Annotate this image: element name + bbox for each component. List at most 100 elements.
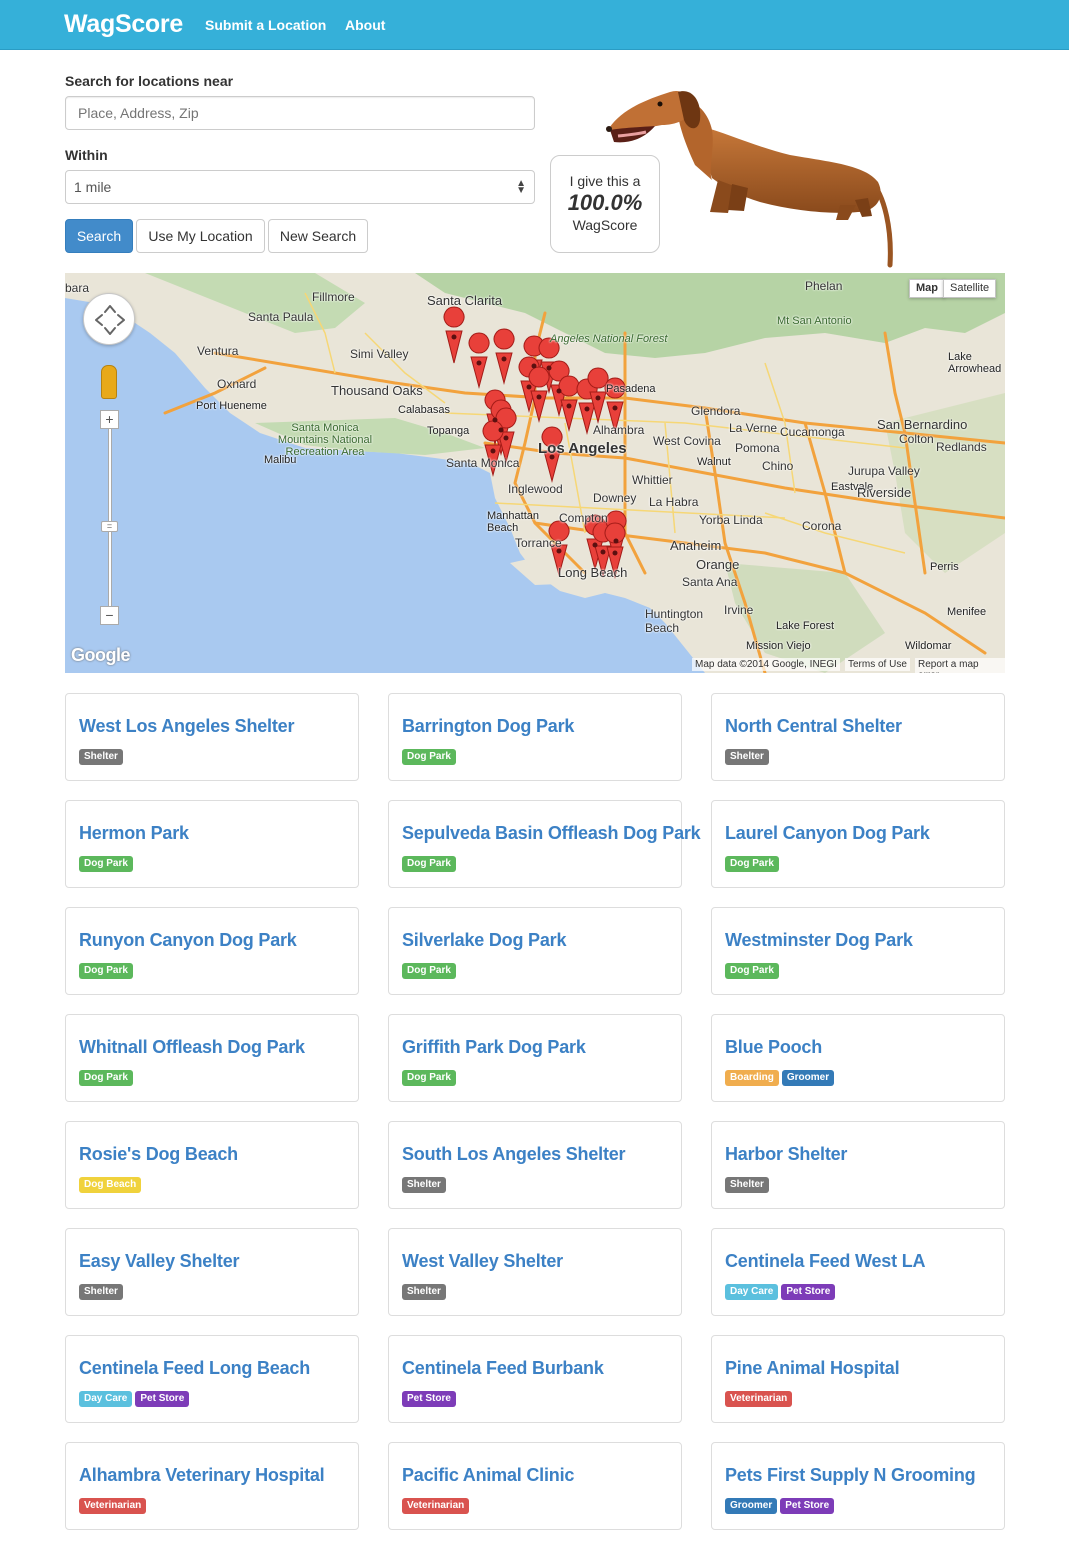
use-my-location-button[interactable]: Use My Location — [136, 219, 265, 253]
location-name-link[interactable]: Centinela Feed Burbank — [402, 1358, 604, 1379]
category-badge: Shelter — [725, 749, 769, 765]
location-card[interactable]: Pets First Supply N Grooming Groomer Pet S… — [711, 1442, 1005, 1530]
map-label: Lake Forest — [776, 620, 835, 632]
location-name-link[interactable]: West Valley Shelter — [402, 1251, 563, 1272]
location-tags: Veterinarian — [79, 1498, 149, 1516]
location-card[interactable]: Rosie's Dog Beach Dog Beach — [65, 1121, 359, 1209]
map-label: Whittier — [632, 473, 673, 487]
location-card[interactable]: Harbor Shelter Shelter — [711, 1121, 1005, 1209]
location-name-link[interactable]: Griffith Park Dog Park — [402, 1037, 586, 1058]
map-type-satellite-button[interactable]: Satellite — [943, 279, 997, 298]
location-card[interactable]: Pacific Animal Clinic Veterinarian — [388, 1442, 682, 1530]
map-label: Pomona — [735, 441, 780, 455]
zoom-slider-track[interactable] — [108, 421, 112, 616]
zoom-slider-handle[interactable]: = — [101, 521, 118, 532]
location-name-link[interactable]: Rosie's Dog Beach — [79, 1144, 238, 1165]
location-name-link[interactable]: Westminster Dog Park — [725, 930, 913, 951]
location-name-link[interactable]: Hermon Park — [79, 823, 189, 844]
map-report-error-link[interactable]: Report a map error — [915, 658, 1005, 673]
location-search-input[interactable] — [65, 96, 535, 130]
location-name-link[interactable]: South Los Angeles Shelter — [402, 1144, 626, 1165]
location-tags: Shelter — [402, 1177, 449, 1195]
location-card[interactable]: Pine Animal Hospital Veterinarian — [711, 1335, 1005, 1423]
location-name-link[interactable]: Runyon Canyon Dog Park — [79, 930, 297, 951]
location-card[interactable]: West Valley Shelter Shelter — [388, 1228, 682, 1316]
location-tags: Day Care Pet Store — [79, 1391, 192, 1409]
location-name-link[interactable]: Harbor Shelter — [725, 1144, 847, 1165]
map-attribution: Map data ©2014 Google, INEGI — [692, 658, 840, 671]
map-label: Fillmore — [312, 290, 355, 304]
radius-select[interactable]: 1 mile ▲ ▼ — [65, 170, 535, 204]
location-name-link[interactable]: Whitnall Offleash Dog Park — [79, 1037, 305, 1058]
location-card[interactable]: Alhambra Veterinary Hospital Veterinarian — [65, 1442, 359, 1530]
map-label: Huntington Beach — [645, 607, 704, 635]
new-search-button[interactable]: New Search — [268, 219, 368, 253]
map-label: Glendora — [691, 404, 741, 418]
location-tags: Groomer Pet Store — [725, 1498, 837, 1516]
map-label: Corona — [802, 519, 842, 533]
street-view-pegman-icon[interactable] — [101, 365, 117, 399]
map[interactable]: bara Fillmore Santa Clarita Phelan Santa… — [65, 273, 1005, 673]
location-name-link[interactable]: Laurel Canyon Dog Park — [725, 823, 930, 844]
location-card[interactable]: North Central Shelter Shelter — [711, 693, 1005, 781]
location-card[interactable]: Sepulveda Basin Offleash Dog Park Dog Par… — [388, 800, 701, 888]
location-name-link[interactable]: Centinela Feed West LA — [725, 1251, 926, 1272]
location-card[interactable]: Laurel Canyon Dog Park Dog Park — [711, 800, 1005, 888]
zoom-in-button[interactable]: + — [100, 410, 119, 429]
brand-logo[interactable]: WagScore — [64, 10, 183, 39]
location-card[interactable]: South Los Angeles Shelter Shelter — [388, 1121, 682, 1209]
location-name-link[interactable]: Pacific Animal Clinic — [402, 1465, 574, 1486]
category-badge: Dog Park — [725, 856, 779, 872]
location-name-link[interactable]: Centinela Feed Long Beach — [79, 1358, 310, 1379]
map-label: Anaheim — [670, 538, 722, 553]
location-card[interactable]: Runyon Canyon Dog Park Dog Park — [65, 907, 359, 995]
pan-control[interactable] — [83, 293, 135, 345]
location-card[interactable]: Barrington Dog Park Dog Park — [388, 693, 682, 781]
map-terms-link[interactable]: Terms of Use — [845, 658, 910, 671]
location-name-link[interactable]: Silverlake Dog Park — [402, 930, 566, 951]
location-card[interactable]: Centinela Feed West LA Day Care Pet Store — [711, 1228, 1005, 1316]
map-label: Mt San Antonio — [777, 315, 852, 327]
location-card[interactable]: West Los Angeles Shelter Shelter — [65, 693, 359, 781]
map-label: Santa Clarita — [427, 293, 503, 308]
location-card[interactable]: Westminster Dog Park Dog Park — [711, 907, 1005, 995]
map-label: La Verne — [729, 421, 778, 435]
location-card[interactable]: Hermon Park Dog Park — [65, 800, 359, 888]
map-label: Santa Monica Mountains National Recreati… — [277, 422, 373, 458]
map-type-map-button[interactable]: Map — [909, 279, 945, 298]
nav-about[interactable]: About — [345, 17, 385, 33]
location-card[interactable]: Blue Pooch Boarding Groomer — [711, 1014, 1005, 1102]
location-tags: Dog Park — [402, 856, 459, 874]
map-label: Phelan — [805, 279, 843, 293]
location-card[interactable]: Griffith Park Dog Park Dog Park — [388, 1014, 682, 1102]
location-name-link[interactable]: Pine Animal Hospital — [725, 1358, 900, 1379]
map-label: Santa Ana — [682, 575, 738, 589]
location-card[interactable]: Whitnall Offleash Dog Park Dog Park — [65, 1014, 359, 1102]
location-tags: Pet Store — [402, 1391, 459, 1409]
location-card[interactable]: Centinela Feed Long Beach Day Care Pet Sto… — [65, 1335, 359, 1423]
location-card[interactable]: Easy Valley Shelter Shelter — [65, 1228, 359, 1316]
location-tags: Dog Park — [79, 856, 136, 874]
location-name-link[interactable]: Barrington Dog Park — [402, 716, 574, 737]
category-badge: Day Care — [79, 1391, 133, 1407]
location-name-link[interactable]: West Los Angeles Shelter — [79, 716, 294, 737]
category-badge: Pet Store — [780, 1498, 835, 1514]
location-name-link[interactable]: Sepulveda Basin Offleash Dog Park — [402, 823, 701, 844]
nav-submit-location[interactable]: Submit a Location — [205, 17, 326, 33]
zoom-out-button[interactable]: − — [100, 606, 119, 625]
location-card[interactable]: Centinela Feed Burbank Pet Store — [388, 1335, 682, 1423]
location-name-link[interactable]: Blue Pooch — [725, 1037, 822, 1058]
location-name-link[interactable]: Alhambra Veterinary Hospital — [79, 1465, 325, 1486]
location-name-link[interactable]: North Central Shelter — [725, 716, 902, 737]
map-label: Downey — [593, 491, 637, 505]
location-tags: Dog Park — [402, 963, 459, 981]
map-label: Topanga — [427, 425, 470, 437]
location-tags: Day Care Pet Store — [725, 1284, 838, 1302]
location-name-link[interactable]: Easy Valley Shelter — [79, 1251, 240, 1272]
search-button[interactable]: Search — [65, 219, 133, 253]
location-card[interactable]: Silverlake Dog Park Dog Park — [388, 907, 682, 995]
location-name-link[interactable]: Pets First Supply N Grooming — [725, 1465, 976, 1486]
map-label: Walnut — [697, 456, 731, 468]
map-label: Long Beach — [558, 565, 628, 580]
map-label: bara — [65, 281, 90, 295]
